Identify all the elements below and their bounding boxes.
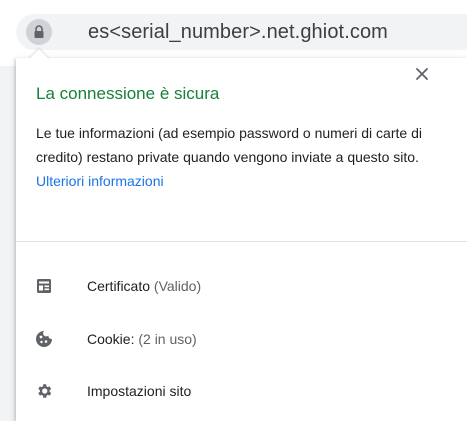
site-settings-item[interactable]: Impostazioni sito <box>16 366 467 416</box>
divider <box>16 241 467 242</box>
close-icon <box>416 68 428 80</box>
cookie-item[interactable]: Cookie: (2 in uso) <box>16 314 467 364</box>
cookie-icon <box>35 330 53 348</box>
site-info-button[interactable] <box>26 19 52 45</box>
connection-secure-title: La connessione è sicura <box>36 84 220 103</box>
page-edge <box>0 66 16 421</box>
cookie-count: (2 in uso) <box>138 331 197 347</box>
close-button[interactable] <box>412 64 432 84</box>
certificate-item[interactable]: Certificato (Valido) <box>16 261 467 311</box>
gear-icon <box>35 382 53 400</box>
certificate-label: Certificato <box>87 278 151 294</box>
certificate-status: (Valido) <box>153 278 202 294</box>
certificate-icon <box>35 277 53 295</box>
site-settings-label: Impostazioni sito <box>87 383 192 399</box>
cookie-label: Cookie: <box>87 331 135 347</box>
description-text: Le tue informazioni (ad esempio password… <box>36 125 422 165</box>
more-info-link[interactable]: Ulteriori informazioni <box>36 173 164 189</box>
url-text[interactable]: es<serial_number>.net.ghiot.com <box>88 21 388 44</box>
lock-icon <box>34 25 44 38</box>
connection-description: Le tue informazioni (ad esempio password… <box>36 121 456 193</box>
